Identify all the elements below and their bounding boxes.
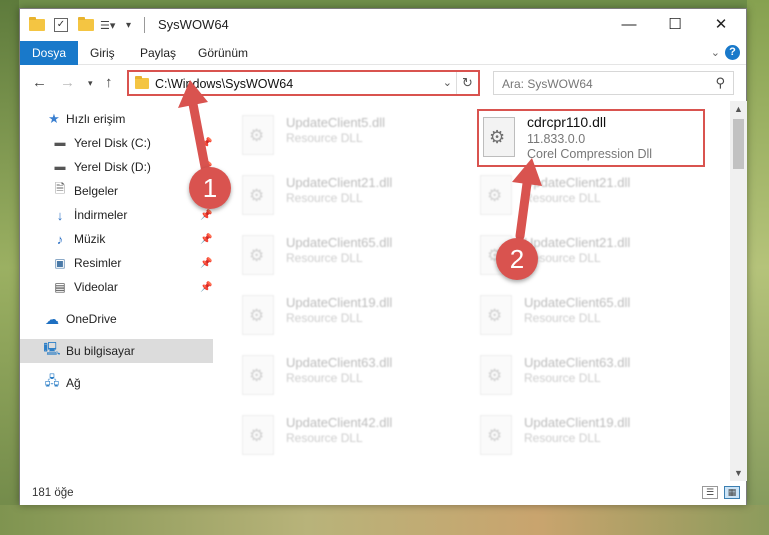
annotation-arrows — [178, 80, 542, 241]
arrow-2 — [512, 158, 542, 241]
arrow-1 — [178, 80, 211, 177]
step-2-badge: 2 — [496, 238, 538, 280]
step-1-badge: 1 — [189, 167, 231, 209]
